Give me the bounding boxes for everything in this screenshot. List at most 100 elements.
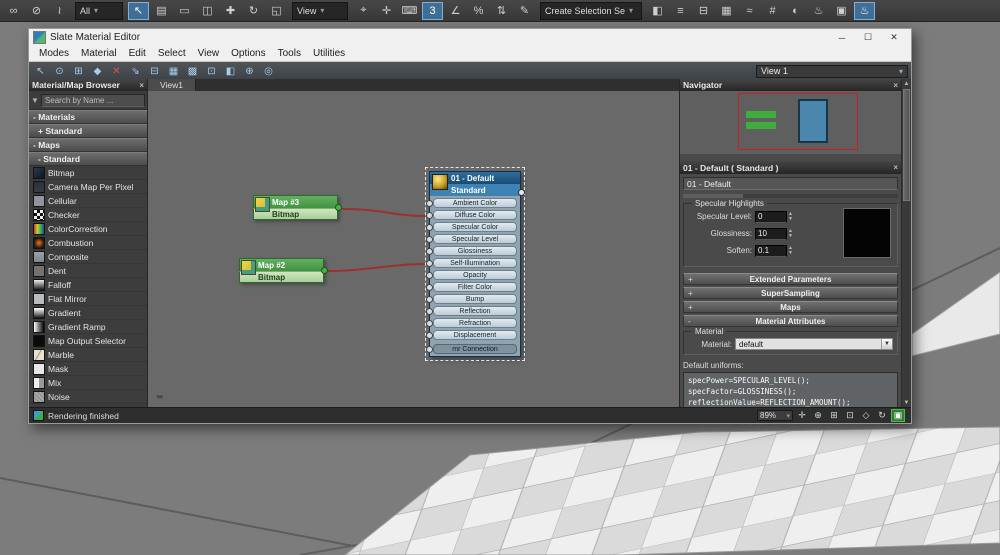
scroll-down-icon[interactable] [904, 398, 910, 407]
spinner-snap-icon[interactable]: ⇅ [491, 2, 512, 20]
navigator-minimap[interactable] [680, 91, 901, 154]
schematic-view-icon[interactable]: # [762, 2, 783, 20]
menu-item[interactable]: Tools [272, 48, 307, 59]
material-input-slot[interactable]: Displacement [426, 330, 517, 340]
parameter-hscrollbar[interactable] [683, 194, 898, 198]
material-name-field[interactable]: 01 - Default [683, 177, 898, 190]
navigator-close-icon[interactable]: × [890, 81, 898, 90]
graphite-ribbon-icon[interactable]: ▦ [716, 2, 737, 20]
group-maps-standard[interactable]: - Standard [29, 152, 147, 166]
layer-manager-icon[interactable]: ⊟ [693, 2, 714, 20]
select-and-move-icon[interactable]: ✚ [220, 2, 241, 20]
mirror-icon[interactable]: ◧ [647, 2, 668, 20]
scroll-up-icon[interactable] [904, 79, 910, 88]
menu-item[interactable]: Select [152, 48, 192, 59]
align-icon[interactable]: ≡ [670, 2, 691, 20]
rendered-frame-icon[interactable]: ▣ [831, 2, 852, 20]
window-crossing-icon[interactable]: ◫ [197, 2, 218, 20]
pick-material-from-object-icon[interactable]: ⊙ [51, 64, 68, 79]
rollout-bar[interactable]: + Maps [683, 301, 898, 313]
show-background-icon[interactable]: ▩ [184, 64, 201, 79]
map-list-item[interactable]: Gradient Ramp [29, 320, 147, 334]
map-list-item[interactable]: ColorCorrection [29, 222, 147, 236]
material-input-slot[interactable]: Opacity [426, 270, 517, 280]
node-canvas[interactable]: Map #3 Bitmap Map #2 Bitmap 01 - Default… [148, 91, 679, 407]
parameter-value-field[interactable]: 0 [755, 210, 787, 223]
select-and-link-icon[interactable]: ∞ [3, 2, 24, 20]
render-setup-icon[interactable]: ♨ [808, 2, 829, 20]
material-input-slot[interactable]: Refraction [426, 318, 517, 328]
chevron-down-icon[interactable]: ▼ [881, 339, 892, 349]
close-button[interactable]: ✕ [881, 31, 907, 45]
node-material-01-default[interactable]: 01 - Default Standard Ambient Color Diffu… [425, 167, 525, 361]
bind-to-spacewarp-icon[interactable]: ≀ [49, 2, 70, 20]
put-to-library-icon[interactable]: ⊞ [70, 64, 87, 79]
named-selection-dropdown[interactable]: Create Selection Se [540, 1, 642, 20]
menu-item[interactable]: Modes [33, 48, 75, 59]
render-production-icon[interactable]: ♨ [854, 1, 875, 20]
show-shaded-material-icon[interactable]: ◧ [222, 64, 239, 79]
zoom-icon[interactable]: ⊕ [811, 409, 825, 422]
zoom-extents-icon[interactable]: ⊞ [827, 409, 841, 422]
material-input-slot[interactable]: Self-Illumination [426, 258, 517, 268]
select-by-name-icon[interactable]: ▤ [151, 2, 172, 20]
selection-filter-dropdown[interactable]: All [75, 1, 123, 20]
use-pivot-center-icon[interactable]: ⌖ [353, 2, 374, 20]
output-connector[interactable] [335, 203, 342, 211]
menu-item[interactable]: Material [75, 48, 123, 59]
browser-close-icon[interactable]: × [136, 81, 144, 90]
navigator-header[interactable]: Navigator × [680, 79, 901, 91]
material-input-slot[interactable]: Ambient Color [426, 198, 517, 208]
percent-snap-icon[interactable]: % [468, 2, 489, 20]
uniforms-code-box[interactable]: specPower=SPECULAR_LEVEL(); specFactor=GL… [683, 372, 898, 410]
snap-toggle-3d-icon[interactable]: 3 [422, 1, 443, 20]
wire-map3-diffuse[interactable] [341, 208, 426, 217]
group-materials[interactable]: - Materials [29, 110, 147, 124]
spinner-control[interactable] [788, 246, 793, 256]
menu-item[interactable]: View [192, 48, 226, 59]
pan-view-icon[interactable]: ✛ [795, 409, 809, 422]
output-connector[interactable] [518, 189, 525, 196]
zoom-extents-icon[interactable]: ⊕ [241, 64, 258, 79]
map-list-item[interactable]: Flat Mirror [29, 292, 147, 306]
hide-unused-nodeslots-icon[interactable]: ⊟ [146, 64, 163, 79]
select-and-rotate-icon[interactable]: ↻ [243, 2, 264, 20]
select-object-icon[interactable]: ↖ [128, 1, 149, 20]
select-tool-icon[interactable]: ↖ [32, 64, 49, 79]
show-grid-icon[interactable]: ▦ [165, 64, 182, 79]
menu-item[interactable]: Options [225, 48, 271, 59]
map-list-item[interactable]: Composite [29, 250, 147, 264]
material-id-channel-icon[interactable]: ◎ [260, 64, 277, 79]
search-input[interactable]: Search by Name ... [40, 93, 145, 107]
maximize-button[interactable]: ☐ [855, 31, 881, 45]
map-list-item[interactable]: Marble [29, 348, 147, 362]
material-input-slot[interactable]: Diffuse Color [426, 210, 517, 220]
material-input-slot[interactable]: Specular Level [426, 234, 517, 244]
spinner-down-icon[interactable] [788, 251, 793, 256]
delete-selected-icon[interactable]: ✕ [108, 64, 125, 79]
maximize-viewport-icon[interactable]: ▣ [891, 409, 905, 422]
map-list-item[interactable]: Camera Map Per Pixel [29, 180, 147, 194]
hscrollbar-thumb[interactable] [683, 194, 743, 198]
browser-header[interactable]: Material/Map Browser × [29, 79, 147, 91]
output-connector[interactable] [321, 266, 328, 274]
map-list-item[interactable]: Mask [29, 362, 147, 376]
active-view-dropdown[interactable]: View 1 [756, 64, 908, 78]
map-list-item[interactable]: Bitmap [29, 166, 147, 180]
move-children-icon[interactable]: ⇘ [127, 64, 144, 79]
menu-item[interactable]: Utilities [307, 48, 351, 59]
map-list-item[interactable]: Gradient [29, 306, 147, 320]
spinner-control[interactable] [788, 229, 793, 239]
wire-map2-selfillumination[interactable] [326, 263, 426, 272]
map-list-item[interactable]: Map Output Selector [29, 334, 147, 348]
field-of-view-icon[interactable]: ◇ [859, 409, 873, 422]
keyboard-override-icon[interactable]: ⌨ [399, 2, 420, 20]
material-input-slot[interactable]: Reflection [426, 306, 517, 316]
rollout-bar[interactable]: + Extended Parameters [683, 273, 898, 285]
parameter-value-field[interactable]: 0.1 [755, 244, 787, 257]
view-tab[interactable]: View1 [148, 79, 196, 91]
node-map3[interactable]: Map #3 Bitmap [253, 195, 342, 220]
mr-connection-slot[interactable]: mr Connection [426, 344, 517, 354]
layout-all-icon[interactable]: ⊡ [203, 64, 220, 79]
angle-snap-icon[interactable]: ∠ [445, 2, 466, 20]
